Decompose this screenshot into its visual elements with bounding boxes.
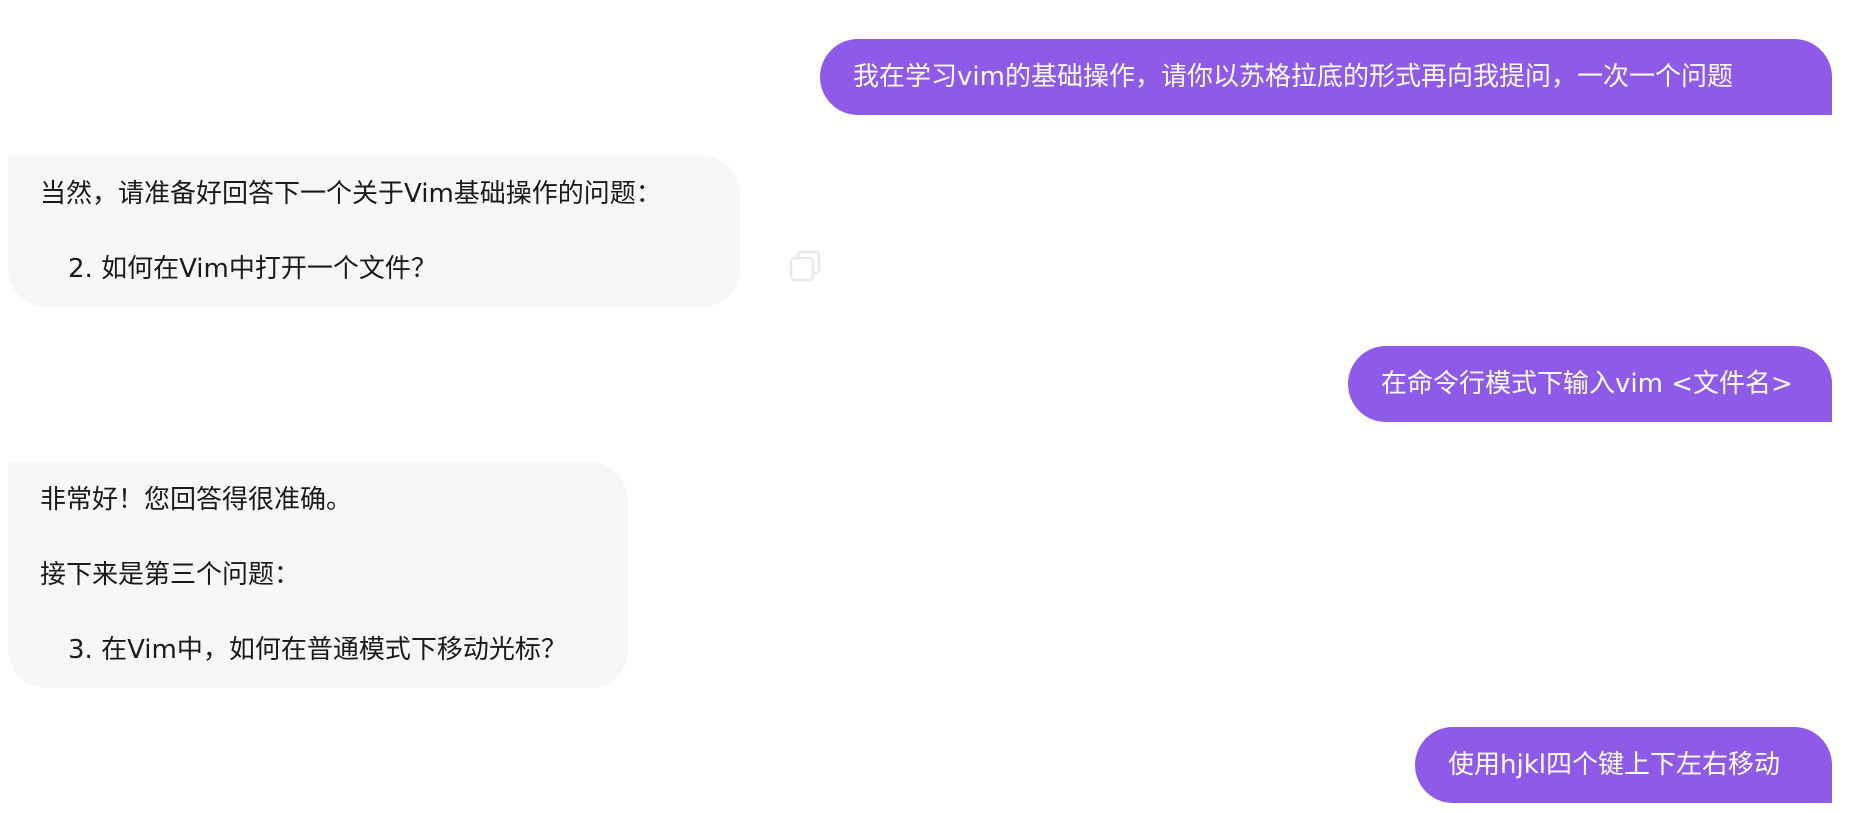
- assistant-paragraph: 当然，请准备好回答下一个关于Vim基础操作的问题：: [40, 179, 662, 209]
- assistant-paragraph: 接下来是第三个问题：: [40, 560, 301, 590]
- copy-icon[interactable]: [785, 247, 825, 287]
- assistant-message: 当然，请准备好回答下一个关于Vim基础操作的问题： 2. 如何在Vim中打开一个…: [8, 156, 740, 307]
- assistant-message: 非常好！您回答得很准确。 接下来是第三个问题： 3. 在Vim中，如何在普通模式…: [8, 462, 628, 688]
- assistant-question: 3. 在Vim中，如何在普通模式下移动光标？: [68, 635, 567, 665]
- user-message: 在命令行模式下输入vim <文件名>: [1348, 346, 1832, 422]
- user-message: 我在学习vim的基础操作，请你以苏格拉底的形式再向我提问，一次一个问题: [820, 39, 1832, 115]
- user-message: 使用hjkl四个键上下左右移动: [1415, 727, 1832, 803]
- assistant-question: 2. 如何在Vim中打开一个文件？: [68, 254, 437, 284]
- assistant-paragraph: 非常好！您回答得很准确。: [40, 485, 353, 515]
